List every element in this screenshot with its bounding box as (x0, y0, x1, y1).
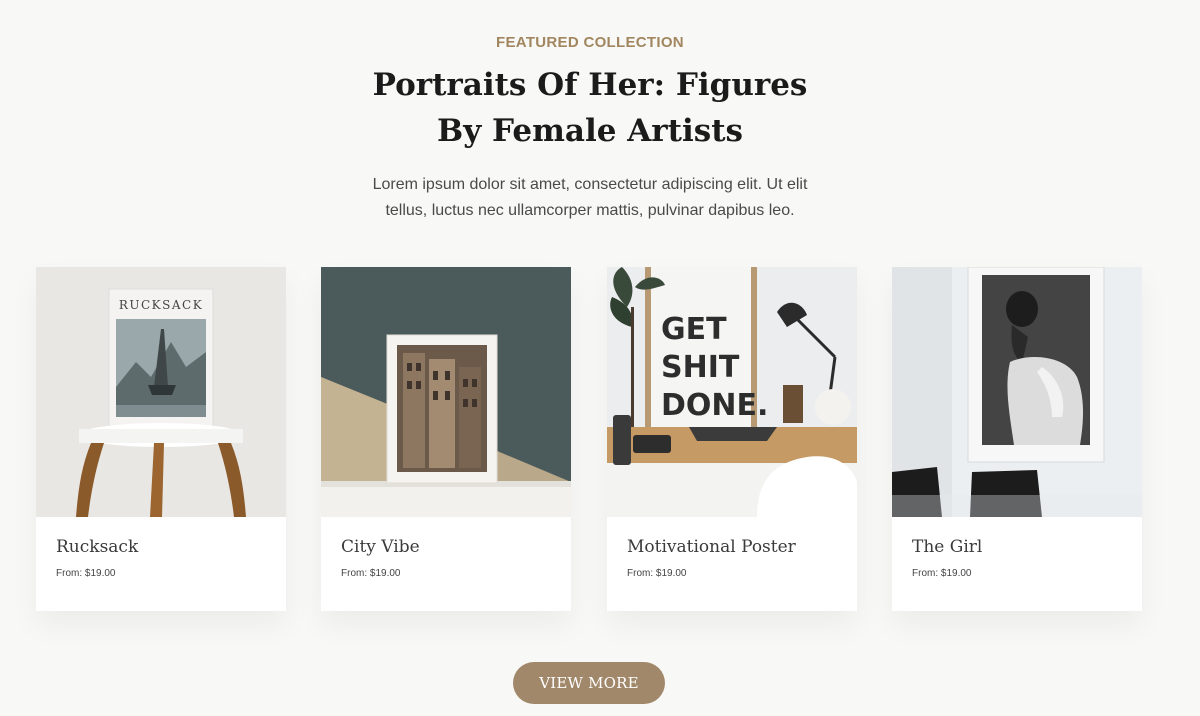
product-name[interactable]: City Vibe (341, 537, 420, 557)
product-name[interactable]: The Girl (912, 537, 982, 557)
product-card-city-vibe[interactable]: City Vibe From: $19.00 (321, 267, 571, 611)
product-image-city-vibe[interactable] (321, 267, 571, 517)
product-name[interactable]: Rucksack (56, 537, 138, 557)
eyebrow-label: FEATURED COLLECTION (496, 34, 684, 51)
product-name[interactable]: Motivational Poster (627, 537, 796, 557)
poster-line-2: SHIT (661, 350, 740, 385)
product-card-motivational-poster[interactable]: GET SHIT DONE. Motivational Poster From:… (607, 267, 857, 611)
section-title: Portraits Of Her: Figures By Female Arti… (372, 67, 808, 149)
poster-text-rucksack: RUCKSACK (119, 298, 203, 312)
section-description: Lorem ipsum dolor sit amet, consectetur … (372, 176, 808, 219)
product-card-the-girl[interactable]: The Girl From: $19.00 (892, 267, 1142, 611)
product-card-rucksack[interactable]: RUCKSACK Rucksack From: $19.00 (36, 267, 286, 611)
product-grid: RUCKSACK Rucksack From: $19.00 City Vibe… (36, 267, 1142, 611)
product-price: From: $19.00 (912, 568, 972, 579)
product-price: From: $19.00 (341, 568, 401, 579)
view-more-button[interactable]: VIEW MORE (513, 662, 665, 704)
product-image-rucksack[interactable]: RUCKSACK (36, 267, 286, 517)
product-image-motivational-poster[interactable]: GET SHIT DONE. (607, 267, 857, 517)
poster-line-1: GET (661, 312, 727, 347)
poster-line-3: DONE. (661, 388, 768, 423)
product-image-the-girl[interactable] (892, 267, 1142, 517)
product-price: From: $19.00 (627, 568, 687, 579)
product-price: From: $19.00 (56, 568, 116, 579)
